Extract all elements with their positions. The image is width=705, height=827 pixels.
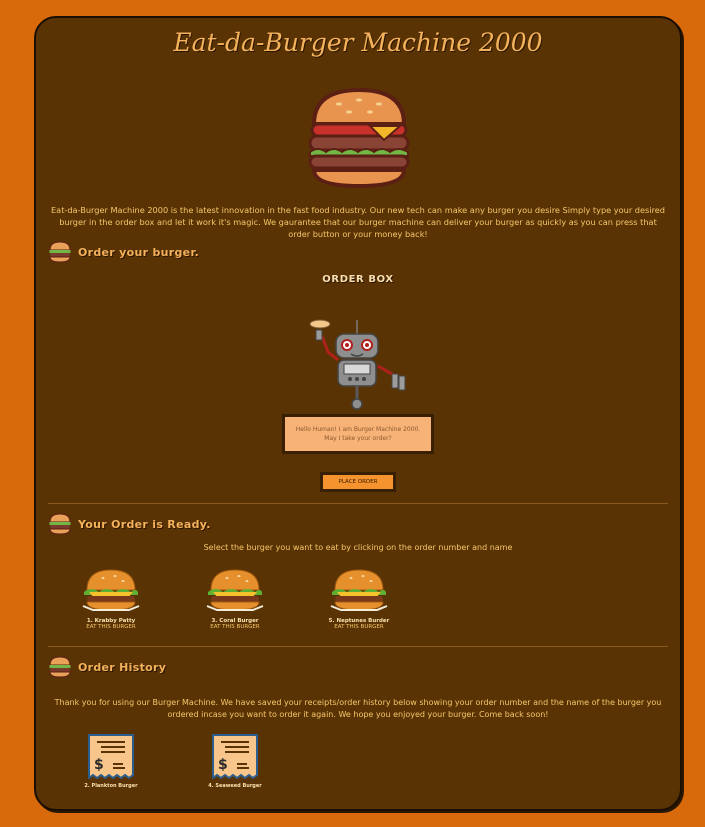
ready-description: Select the burger you want to eat by cli… (203, 543, 513, 552)
robot-chef-icon (309, 319, 406, 410)
history-burger-name[interactable]: 2. Plankton Burger (81, 783, 141, 789)
intro-text: Eat-da-Burger Machine 2000 is the latest… (51, 205, 665, 239)
ready-burger-card[interactable]: 5. Neptunes Burder EAT THIS BURGER (324, 566, 394, 630)
burger-icon (49, 656, 71, 678)
burger-icon (49, 513, 71, 535)
ready-section-header: Your Order is Ready. (48, 512, 211, 536)
page-title: Eat-da-Burger Machine 2000 (173, 28, 543, 57)
cheeseburger-icon (206, 569, 264, 611)
order-section-header: Order your burger. (48, 240, 199, 264)
divider (48, 503, 668, 504)
ready-burger-card[interactable]: 3. Coral Burger EAT THIS BURGER (200, 566, 270, 630)
ready-section-title: Your Order is Ready. (78, 517, 211, 531)
history-section-title: Order History (78, 660, 167, 674)
history-description: Thank you for using our Burger Machine. … (54, 698, 662, 719)
order-input[interactable]: Hello Human! I am Burger Machine 2000. M… (282, 414, 434, 454)
order-section-title: Order your burger. (78, 245, 200, 259)
cheeseburger-icon (330, 569, 388, 611)
eat-burger-button[interactable]: EAT THIS BURGER (324, 624, 394, 630)
history-receipt-card[interactable]: $ 4. Seaweed Burger (205, 733, 265, 789)
place-order-button[interactable]: PLACE ORDER (320, 472, 396, 492)
svg-text:$: $ (94, 757, 104, 773)
cheeseburger-icon (82, 569, 140, 611)
divider (48, 646, 668, 647)
history-burger-name[interactable]: 4. Seaweed Burger (205, 783, 265, 789)
receipt-icon: $ (88, 734, 134, 780)
ready-burger-card[interactable]: 1. Krabby Patty EAT THIS BURGER (76, 566, 146, 630)
hero-burger-icon (308, 87, 410, 189)
eat-burger-button[interactable]: EAT THIS BURGER (76, 624, 146, 630)
svg-text:$: $ (218, 757, 228, 773)
main-panel: Eat-da-Burger Machine 2000 Eat-da-Burger… (34, 16, 682, 811)
receipt-icon: $ (212, 734, 258, 780)
eat-burger-button[interactable]: EAT THIS BURGER (200, 624, 270, 630)
order-box-title: ORDER BOX (322, 274, 394, 285)
history-receipt-card[interactable]: $ 2. Plankton Burger (81, 733, 141, 789)
burger-icon (49, 241, 71, 263)
history-section-header: Order History (48, 655, 166, 679)
